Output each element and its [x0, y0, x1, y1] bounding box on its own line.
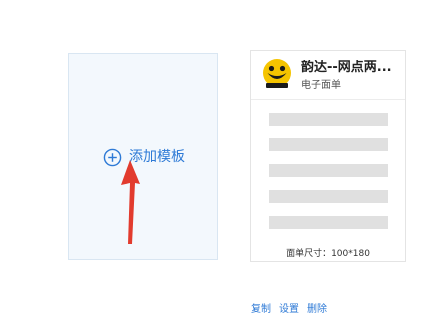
placeholder-bar [269, 190, 388, 203]
placeholder-bar [269, 138, 388, 151]
placeholder-bar [269, 164, 388, 177]
template-actions: 复制 设置 删除 [251, 304, 327, 316]
placeholder-bar [269, 216, 388, 229]
template-subtitle: 电子面单 [301, 80, 341, 91]
delete-link[interactable]: 删除 [307, 304, 327, 316]
template-title: 韵达--网点两... [301, 60, 392, 75]
settings-link[interactable]: 设置 [279, 304, 299, 316]
placeholder-bar [269, 113, 388, 126]
copy-link[interactable]: 复制 [251, 304, 271, 316]
red-arrow-icon [121, 160, 140, 244]
template-card-header: 韵达--网点两... 电子面单 [251, 51, 405, 100]
template-card[interactable]: 韵达--网点两... 电子面单 面单尺寸：100*180 [250, 50, 406, 262]
template-size-text: 面单尺寸：100*180 [286, 249, 370, 259]
yunda-express-logo-icon [260, 58, 294, 92]
